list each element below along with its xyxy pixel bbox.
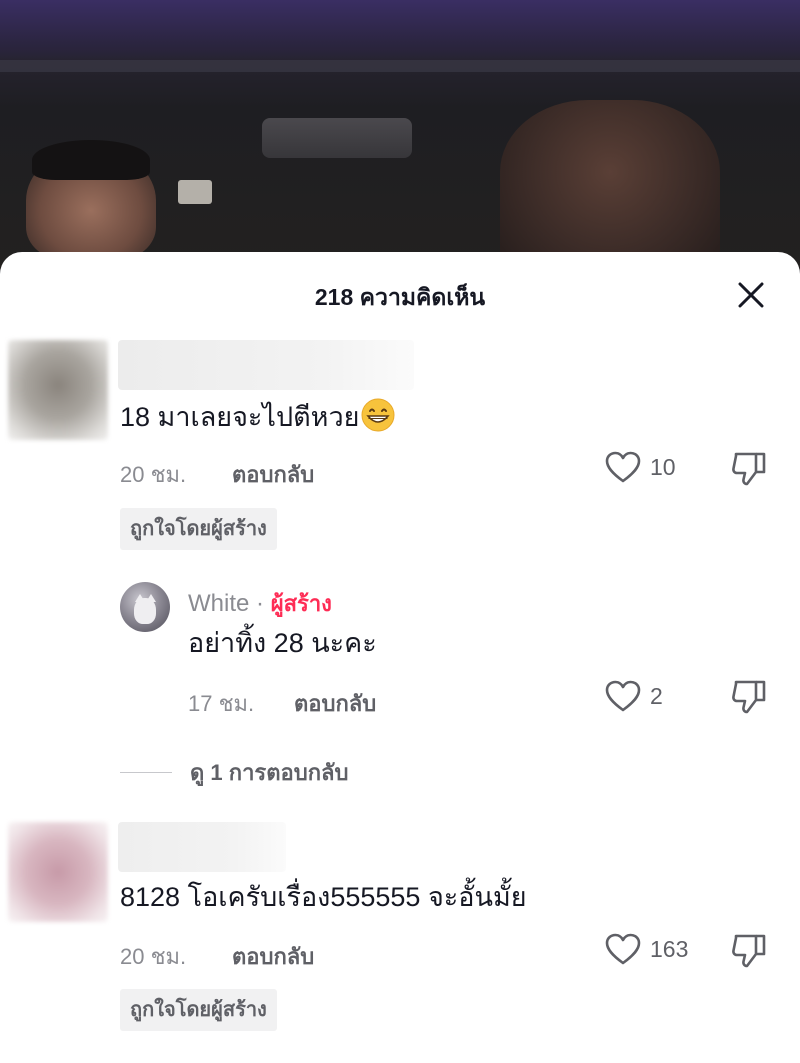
reply-text: อย่าทิ้ง 28 นะคะ [188, 628, 377, 658]
video-seat [500, 100, 720, 270]
creator-badge: ผู้สร้าง [270, 591, 332, 616]
reply-dislike-button[interactable] [730, 678, 768, 721]
like-button[interactable]: 163 [604, 932, 688, 966]
heart-icon [605, 451, 641, 483]
heart-icon [605, 680, 641, 712]
reply-time: 17 ชม. [188, 691, 255, 716]
reply-reply-button[interactable]: ตอบกลับ [294, 686, 376, 721]
thumbs-down-icon [732, 934, 766, 968]
view-replies-button[interactable]: ดู 1 การตอบกลับ [120, 755, 348, 790]
video-person-hair [32, 140, 150, 180]
reply-button[interactable]: ตอบกลับ [232, 457, 314, 492]
dislike-button[interactable] [730, 932, 768, 975]
thumbs-down-icon [732, 680, 766, 714]
reply-author: White · ผู้สร้าง [188, 586, 332, 621]
comment-text: 18 มาเลยจะไปตีหวย [120, 398, 395, 434]
reply-author-name[interactable]: White [188, 590, 249, 617]
close-button[interactable] [730, 274, 772, 316]
author-separator: · [249, 590, 271, 617]
divider-line [120, 772, 172, 773]
reply-like-count: 2 [650, 682, 663, 709]
comment-time: 20 ชม. [120, 462, 187, 487]
heart-icon [605, 933, 641, 965]
username-blurred[interactable] [118, 822, 286, 872]
comments-sheet: 218 ความคิดเห็น 18 มาเลยจะไปตีหวย 20 ชม.… [0, 252, 800, 1063]
video-roofline [0, 0, 800, 62]
grin-emoji [361, 398, 395, 432]
video-mirror [262, 118, 412, 158]
like-count: 163 [650, 935, 689, 962]
reply-button[interactable]: ตอบกลับ [232, 939, 314, 974]
view-replies-label: ดู 1 การตอบกลับ [190, 760, 349, 785]
close-icon [738, 282, 764, 308]
like-count: 10 [650, 453, 676, 480]
video-light [178, 180, 212, 204]
comment-time: 20 ชม. [120, 944, 187, 969]
comment-text: 8128 โอเครับเรื่อง555555 จะอั้นมั้ย [120, 882, 527, 912]
like-button[interactable]: 10 [604, 450, 676, 484]
creator-liked-badge: ถูกใจโดยผู้สร้าง [120, 508, 277, 550]
reply-avatar[interactable] [120, 582, 170, 632]
creator-liked-badge: ถูกใจโดยผู้สร้าง [120, 989, 277, 1031]
avatar[interactable] [8, 822, 108, 922]
reply-like-button[interactable]: 2 [604, 679, 663, 713]
thumbs-down-icon [732, 452, 766, 486]
video-window-frame [0, 60, 800, 72]
comment-text-body: 18 มาเลยจะไปตีหวย [120, 402, 360, 432]
sheet-header: 218 ความคิดเห็น [0, 252, 800, 336]
video-background [0, 0, 800, 270]
avatar[interactable] [8, 340, 108, 440]
comments-count-title: 218 ความคิดเห็น [314, 284, 486, 310]
dislike-button[interactable] [730, 450, 768, 493]
cat-avatar-icon [134, 598, 156, 624]
username-blurred[interactable] [118, 340, 414, 390]
